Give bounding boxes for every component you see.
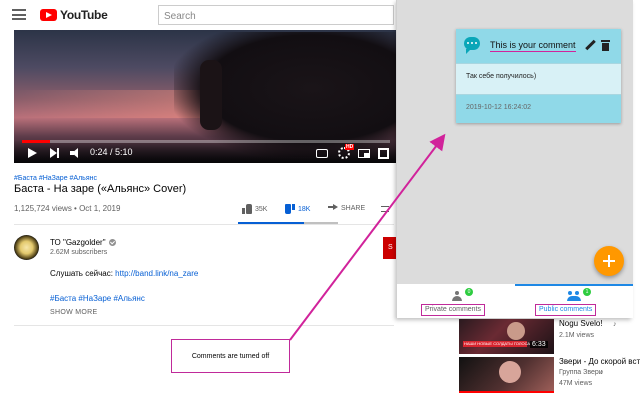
like-button[interactable]: 35K <box>242 204 267 214</box>
youtube-header: YouTube <box>0 0 400 30</box>
active-tab-indicator <box>515 284 633 286</box>
microphone-hand <box>200 60 222 130</box>
description-prefix: Слушать сейчас: <box>50 269 116 278</box>
search-input[interactable] <box>159 7 393 26</box>
thumbnail-caption: НАШИ НОВЫЕ СОЛДАТЫ ГОЛОСА <box>464 341 531 346</box>
description-line: Слушать сейчас: http://band.link/na_zare <box>50 269 198 278</box>
suggestion-thumbnail[interactable] <box>459 357 554 393</box>
description-link[interactable]: http://band.link/na_zare <box>115 269 198 278</box>
menu-icon[interactable] <box>12 9 26 20</box>
suggestion-thumbnail[interactable]: НАШИ НОВЫЕ СОЛДАТЫ ГОЛОСА 6:33 <box>459 319 554 354</box>
share-label: SHARE <box>341 204 366 212</box>
youtube-logo[interactable]: YouTube <box>40 8 108 22</box>
bottom-navigation: 0 Private comments 1 Public comments <box>397 284 633 318</box>
captions-icon[interactable] <box>316 149 328 158</box>
description-hashtags[interactable]: #Баста #НаЗаре #Альянс <box>50 294 145 303</box>
channel-avatar[interactable] <box>14 235 39 260</box>
suggestion-title[interactable]: Nogu Svelo! <box>559 319 603 328</box>
hd-badge: HD <box>345 144 355 150</box>
video-duration: 6:33 <box>530 341 548 348</box>
next-icon[interactable] <box>50 148 60 158</box>
progress-bar[interactable] <box>22 140 390 143</box>
private-count-badge: 0 <box>465 288 473 296</box>
music-note-icon: ♪ <box>613 321 617 328</box>
comment-timestamp: 2019-10-12 16:24:02 <box>466 104 531 111</box>
comment-body: Так себе получилось) <box>456 63 621 95</box>
edit-icon[interactable] <box>585 40 596 51</box>
subscribe-button[interactable]: S <box>383 237 396 259</box>
video-title: Баста - На заре («Альянс» Cover) <box>14 183 187 195</box>
dislike-button[interactable]: 18K <box>285 204 310 214</box>
comment-card-header: This is your comment <box>456 29 621 63</box>
more-icon[interactable] <box>381 206 389 212</box>
volume-icon[interactable] <box>70 148 82 158</box>
add-icon[interactable] <box>594 246 624 276</box>
tab-public-comments[interactable]: Public comments <box>535 304 597 316</box>
divider <box>14 325 394 326</box>
tab-private-comments[interactable]: Private comments <box>421 304 486 316</box>
logo-text: YouTube <box>60 8 108 22</box>
channel-name[interactable]: ТО "Gazgolder" <box>50 238 106 247</box>
suggestion-channel[interactable]: Группа Звери <box>559 369 603 376</box>
suggestion-title[interactable]: Звери - До скорой вст <box>559 357 640 366</box>
share-icon <box>328 204 338 212</box>
share-button[interactable]: SHARE <box>328 204 365 212</box>
play-icon[interactable] <box>28 148 37 158</box>
verified-icon <box>108 239 116 246</box>
music-note-icon: ♪ <box>600 369 604 376</box>
progress-fill <box>22 140 51 143</box>
thumbnail-figure <box>499 361 521 383</box>
video-player[interactable]: 0:24 / 5:10 HD <box>14 30 396 163</box>
chat-icon <box>464 37 480 54</box>
comments-area: This is your comment Так себе получилось… <box>397 0 633 284</box>
fullscreen-icon[interactable] <box>378 148 389 159</box>
person-icon[interactable] <box>452 291 462 301</box>
extension-popup: This is your comment Так себе получилось… <box>396 0 633 318</box>
miniplayer-icon[interactable] <box>358 149 370 158</box>
channel-name-row[interactable]: ТО "Gazgolder" <box>50 238 116 247</box>
comment-title: This is your comment <box>490 40 576 52</box>
public-count-badge: 1 <box>583 288 591 296</box>
comment-card: This is your comment Так себе получилось… <box>456 29 621 123</box>
views-date: 1,125,724 views • Oct 1, 2019 <box>14 204 121 213</box>
time-display: 0:24 / 5:10 <box>90 147 133 157</box>
search-box[interactable] <box>158 5 394 26</box>
people-icon[interactable] <box>567 291 581 301</box>
subscriber-count: 2.62M subscribers <box>50 249 108 256</box>
like-count: 35K <box>255 205 268 213</box>
watched-progress <box>459 391 554 393</box>
comments-off-annotation: Comments are turned off <box>171 339 290 373</box>
show-more-button[interactable]: SHOW MORE <box>50 309 97 316</box>
dislike-count: 18K <box>298 205 311 213</box>
like-icon <box>242 204 252 214</box>
youtube-logo-icon <box>40 9 57 21</box>
dislike-icon <box>285 204 295 214</box>
divider <box>14 224 394 225</box>
annotation-text: Comments are turned off <box>191 352 270 360</box>
comment-text: Так себе получилось) <box>466 73 537 80</box>
suggestion-views: 2.1M views <box>559 332 595 339</box>
suggestion-views: 47M views <box>559 380 593 387</box>
delete-icon[interactable] <box>601 40 610 51</box>
thumbnail-figure <box>507 322 525 340</box>
video-hashtags[interactable]: #Баста #НаЗаре #Альянс <box>14 175 97 182</box>
